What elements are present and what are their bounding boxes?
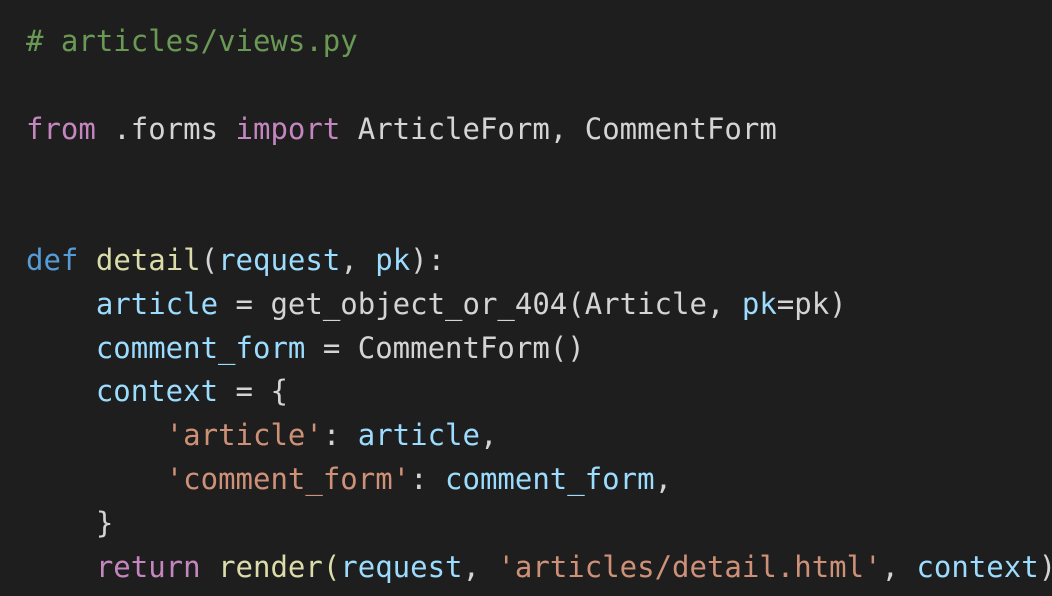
code-line-12: } xyxy=(26,502,1052,546)
close-brace-token: } xyxy=(95,505,114,540)
assign-call-token: = CommentForm() xyxy=(305,330,585,365)
comma-token: , xyxy=(881,549,917,584)
indent-token xyxy=(26,374,96,408)
code-line-13: return render(request, 'articles/detail.… xyxy=(26,546,1052,590)
colon-token: : xyxy=(322,418,358,453)
import-names-token: ArticleForm, CommentForm xyxy=(340,111,777,146)
comma-token: , xyxy=(340,242,376,277)
code-line-7: article = get_object_or_404(Article, pk=… xyxy=(26,283,1052,327)
var-context-token: context xyxy=(95,374,219,409)
kwarg-pk-token: pk xyxy=(741,286,777,321)
dict-value-token: comment_form xyxy=(445,461,655,496)
string-key-token: 'comment_form' xyxy=(165,461,411,496)
code-line-3: from .forms import ArticleForm, CommentF… xyxy=(26,108,1052,152)
module-token: .forms xyxy=(95,111,236,146)
function-name-token: detail xyxy=(95,242,201,277)
indent-token xyxy=(26,331,96,365)
kwarg-value-token: =pk) xyxy=(776,286,847,321)
function-call-render-token: render( xyxy=(200,549,341,584)
comma-token: , xyxy=(654,461,673,496)
comma-token: , xyxy=(462,549,498,584)
string-key-token: 'article' xyxy=(165,418,323,453)
code-editor[interactable]: # articles/views.py from .forms import A… xyxy=(0,0,1052,596)
keyword-return: return xyxy=(95,549,201,584)
comment-token: # articles/views.py xyxy=(26,24,358,58)
keyword-import: import xyxy=(235,111,341,146)
code-line-9: context = { xyxy=(26,370,1052,414)
var-comment-form-token: comment_form xyxy=(95,330,306,365)
paren-colon-token: ): xyxy=(410,242,446,277)
indent-token xyxy=(26,550,96,584)
indent-token xyxy=(26,418,166,452)
code-line-1: # articles/views.py xyxy=(26,20,1052,64)
code-line-8: comment_form = CommentForm() xyxy=(26,327,1052,371)
dict-value-token: article xyxy=(357,418,480,453)
paren-token: ( xyxy=(200,242,219,277)
arg-request-token: request xyxy=(340,549,463,584)
indent-token xyxy=(26,506,96,540)
indent-token xyxy=(26,462,166,496)
code-line-6: def detail(request, pk): xyxy=(26,239,1052,283)
keyword-def: def xyxy=(26,242,79,277)
indent-token xyxy=(26,287,96,321)
assign-brace-token: = { xyxy=(218,374,288,409)
close-paren-token: ) xyxy=(1039,550,1052,584)
string-template-token: 'articles/detail.html' xyxy=(497,549,882,584)
comma-token: , xyxy=(479,418,498,453)
code-line-11: 'comment_form': comment_form, xyxy=(26,458,1052,502)
call-token: = get_object_or_404(Article, xyxy=(218,286,742,321)
param-request-token: request xyxy=(218,242,341,277)
arg-context-token: context xyxy=(916,549,1039,584)
code-line-10: 'article': article, xyxy=(26,414,1052,458)
colon-token: : xyxy=(410,461,446,496)
var-article-token: article xyxy=(95,286,219,321)
param-pk-token: pk xyxy=(375,242,411,277)
keyword-from: from xyxy=(26,111,96,146)
